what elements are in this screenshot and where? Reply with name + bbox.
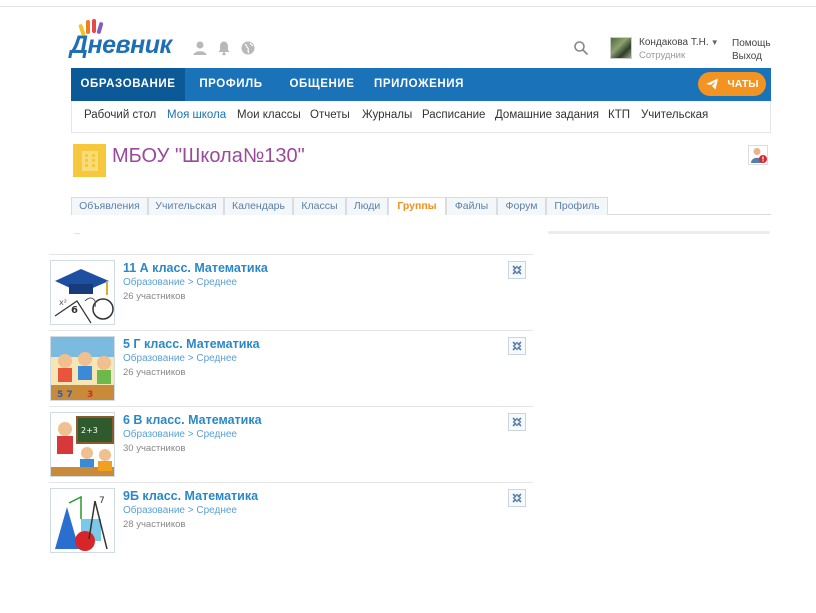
dnevnik-logo[interactable]: Дневник: [70, 18, 172, 60]
list-item: 6 x² 11 А класс. Математика Образование …: [49, 254, 533, 328]
page-title: МБОУ "Школа№130": [112, 145, 305, 167]
chats-button[interactable]: ЧАТЫ: [698, 72, 766, 96]
sub-item-my-classes[interactable]: Мои классы: [237, 109, 301, 121]
tab-groups[interactable]: Группы: [388, 197, 446, 215]
nav-item-communication[interactable]: ОБЩЕНИЕ: [277, 68, 367, 101]
tab-classes[interactable]: Классы: [293, 197, 346, 215]
tab-calendar[interactable]: Календарь: [224, 197, 293, 215]
group-members: 28 участников: [123, 519, 186, 530]
list-item: 5 7 3 5 Г класс. Математика Образование …: [49, 330, 533, 404]
divider: [74, 233, 80, 234]
person-icon[interactable]: [192, 40, 208, 56]
user-name: Кондакова Т.Н.: [639, 37, 709, 48]
group-title[interactable]: 6 В класс. Математика: [123, 413, 262, 427]
sub-item-teachers-room[interactable]: Учительская: [641, 109, 708, 121]
group-members: 26 участников: [123, 367, 186, 378]
nav-item-profile[interactable]: ПРОФИЛЬ: [185, 68, 277, 101]
leave-group-button[interactable]: [508, 261, 526, 279]
sub-navigation: Рабочий стол Моя школа Мои классы Отчеты…: [71, 101, 771, 133]
group-category[interactable]: Образование > Среднее: [123, 429, 237, 440]
group-category[interactable]: Образование > Среднее: [123, 277, 237, 288]
group-image[interactable]: 2+3: [50, 412, 115, 477]
group-image[interactable]: 7: [50, 488, 115, 553]
school-tabs: Объявления Учительская Календарь Классы …: [71, 197, 771, 215]
svg-text:6: 6: [71, 305, 78, 316]
nav-item-education[interactable]: ОБРАЗОВАНИЕ: [71, 68, 185, 101]
top-divider: [0, 6, 816, 7]
group-category[interactable]: Образование > Среднее: [123, 353, 237, 364]
hand-logo-icon: [78, 19, 104, 36]
user-role: Сотрудник: [639, 50, 686, 61]
svg-text:2+3: 2+3: [81, 426, 98, 435]
list-item: 7 9Б класс. Математика Образование > Сре…: [49, 482, 533, 556]
group-category[interactable]: Образование > Среднее: [123, 505, 237, 516]
paper-plane-icon: [706, 78, 719, 90]
user-menu[interactable]: Кондакова Т.Н. ▼: [639, 37, 719, 48]
unlink-icon: [512, 265, 522, 275]
tab-profile[interactable]: Профиль: [546, 197, 608, 215]
geometry-shapes-icon: 7: [51, 489, 114, 552]
sub-item-my-school[interactable]: Моя школа: [167, 109, 226, 121]
help-link[interactable]: Помощь: [732, 38, 771, 49]
group-title[interactable]: 5 Г класс. Математика: [123, 337, 260, 351]
kids-classroom-icon: 5 7 3: [51, 337, 114, 400]
building-icon: [81, 150, 98, 171]
globe-icon[interactable]: [240, 40, 256, 56]
avatar[interactable]: [610, 37, 632, 59]
search-icon[interactable]: [573, 40, 589, 56]
group-members: 26 участников: [123, 291, 186, 302]
logout-link[interactable]: Выход: [732, 51, 762, 62]
tab-teachers-room[interactable]: Учительская: [148, 197, 224, 215]
leave-group-button[interactable]: [508, 337, 526, 355]
chats-label: ЧАТЫ: [727, 78, 759, 90]
unlink-icon: [512, 493, 522, 503]
group-image[interactable]: 6 x²: [50, 260, 115, 325]
right-panel-divider: [548, 231, 770, 234]
sub-item-journals[interactable]: Журналы: [362, 109, 412, 121]
tab-announcements[interactable]: Объявления: [71, 197, 148, 215]
group-image[interactable]: 5 7 3: [50, 336, 115, 401]
list-item: 2+3 6 В класс. Математика Образование > …: [49, 406, 533, 480]
main-navigation: ОБРАЗОВАНИЕ ПРОФИЛЬ ОБЩЕНИЕ ПРИЛОЖЕНИЯ: [71, 68, 771, 101]
unlink-icon: [512, 341, 522, 351]
svg-text:5 7: 5 7: [57, 390, 73, 400]
svg-text:3: 3: [87, 390, 93, 400]
header-quick-icons: [192, 40, 256, 56]
teacher-blackboard-icon: 2+3: [51, 413, 114, 476]
unlink-icon: [512, 417, 522, 427]
school-building-icon: [73, 144, 106, 177]
svg-text:7: 7: [99, 496, 105, 506]
graduation-cap-math-icon: 6 x²: [51, 261, 114, 324]
group-title[interactable]: 9Б класс. Математика: [123, 489, 258, 503]
leave-group-button[interactable]: [508, 413, 526, 431]
nav-item-applications[interactable]: ПРИЛОЖЕНИЯ: [367, 68, 471, 101]
sub-item-schedule[interactable]: Расписание: [422, 109, 485, 121]
tab-files[interactable]: Файлы: [446, 197, 497, 215]
sub-item-ktp[interactable]: КТП: [608, 109, 630, 121]
sub-item-desktop[interactable]: Рабочий стол: [84, 109, 156, 121]
tab-forum[interactable]: Форум: [497, 197, 546, 215]
group-members: 30 участников: [123, 443, 186, 454]
chevron-down-icon: ▼: [710, 38, 719, 47]
sub-item-reports[interactable]: Отчеты: [310, 109, 350, 121]
group-title[interactable]: 11 А класс. Математика: [123, 261, 268, 275]
user-alert-icon[interactable]: [748, 145, 768, 165]
tab-people[interactable]: Люди: [346, 197, 388, 215]
bell-icon[interactable]: [216, 40, 232, 56]
sub-item-homework[interactable]: Домашние задания: [495, 109, 599, 121]
svg-text:x²: x²: [59, 298, 67, 307]
leave-group-button[interactable]: [508, 489, 526, 507]
